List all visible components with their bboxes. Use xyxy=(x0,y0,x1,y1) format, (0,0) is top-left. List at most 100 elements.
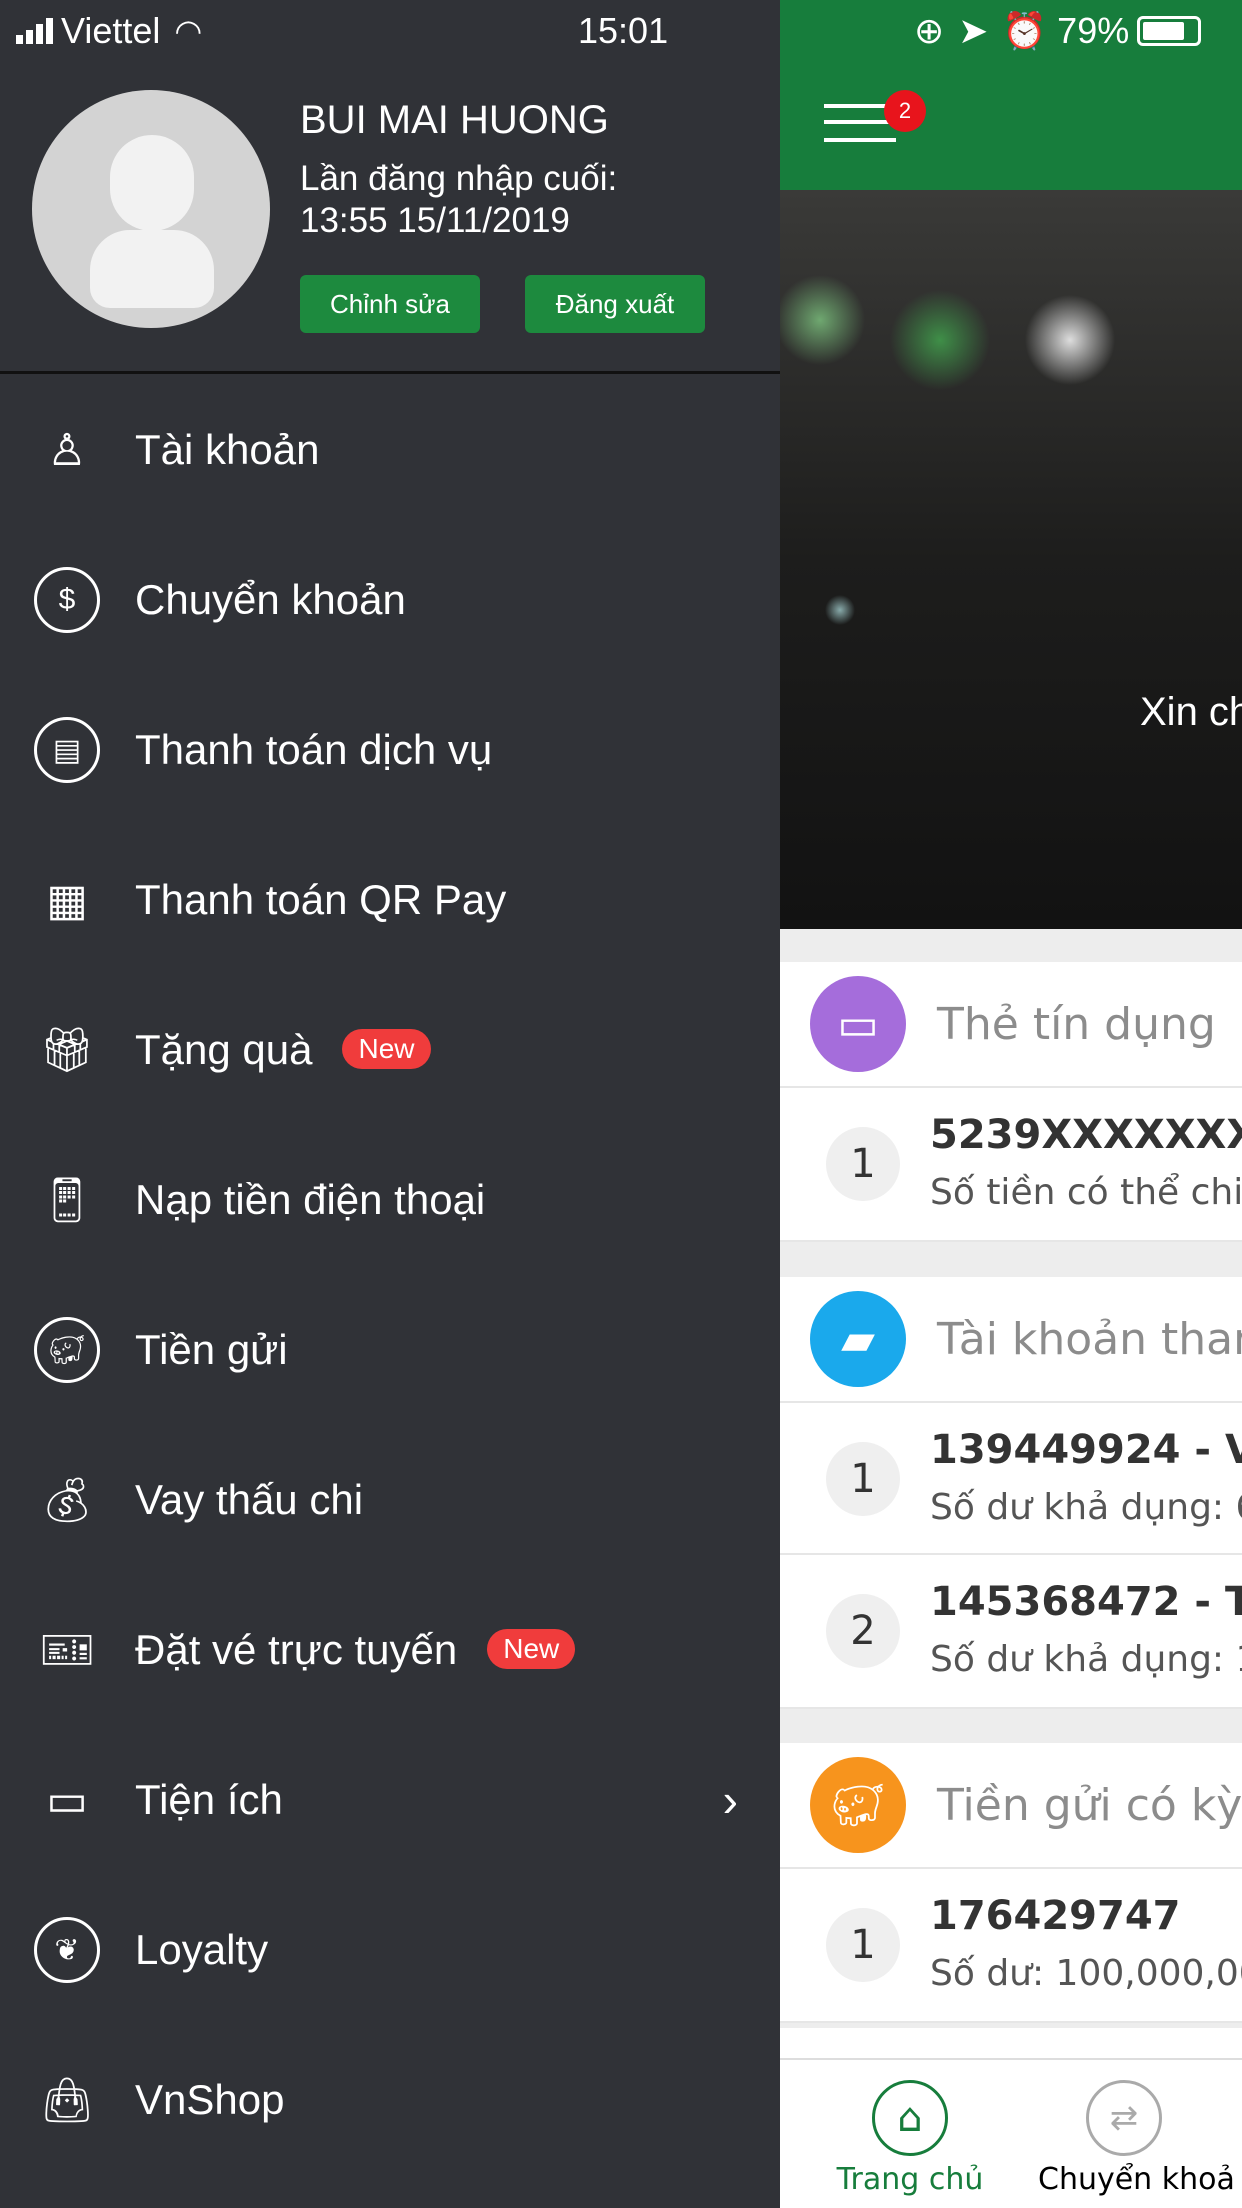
section-header[interactable]: ▰ Tài khoản than xyxy=(780,1277,1242,1403)
menu-label-text: Nạp tiền điện thoại xyxy=(135,1176,486,1223)
last-login-time: 13:55 15/11/2019 xyxy=(300,201,570,240)
carrier: Viettel xyxy=(61,10,161,51)
ticket-icon: 🎫︎ xyxy=(39,1626,95,1675)
signal-icon xyxy=(16,18,53,44)
transfer-icon: $ xyxy=(34,567,100,633)
account-row[interactable]: 1 139449924 - VP Số dư khả dụng: 6 xyxy=(780,1403,1242,1555)
tab-transfer[interactable]: ⇄ Chuyển khoả xyxy=(1038,2060,1242,2208)
credit-card-icon: ▭ xyxy=(810,976,906,1072)
account-balance: Số tiền có thể chi xyxy=(930,1172,1242,1213)
status-left: Viettel ◠ xyxy=(16,0,202,62)
menu-label-text: Tài khoản xyxy=(135,426,320,473)
account-number: 145368472 - Tà xyxy=(930,1579,1242,1625)
battery-icon xyxy=(1137,16,1202,46)
menu-label-text: Chuyển khoản xyxy=(135,576,406,623)
menu-item-label: Vay thấu chi xyxy=(135,1476,363,1524)
section-title: Thẻ tín dụng xyxy=(937,998,1216,1050)
account-number: 5239XXXXXXXXX xyxy=(930,1112,1242,1158)
menu-item[interactable]: ❦ Loyalty xyxy=(0,1875,780,2025)
piggy-icon: 🐖︎ xyxy=(34,1317,100,1383)
new-badge: New xyxy=(342,1029,431,1069)
menu-label-text: Tặng quà xyxy=(135,1026,313,1073)
account-row[interactable]: 1 176429747 Số dư: 100,000,00 xyxy=(780,1869,1242,2021)
menu-item[interactable]: ▦ Thanh toán QR Pay xyxy=(0,825,780,975)
banner-image: Xin ch xyxy=(780,190,1242,929)
row-index: 2 xyxy=(826,1594,900,1668)
menu-item[interactable]: 💰︎ Vay thấu chi xyxy=(0,1425,780,1575)
main-screen: 2 ⊕ ➤ ⏰ 79% Xin ch ▭ Thẻ tín dụng 1 5239XXX… xyxy=(780,0,1242,2208)
account-number: 139449924 - VP xyxy=(930,1427,1242,1473)
alarm-icon: ⏰ xyxy=(1002,10,1048,51)
rotation-lock-icon: ⊕ xyxy=(914,10,945,51)
menu-item[interactable]: $ Chuyển khoản xyxy=(0,525,780,675)
home-icon: ⌂ xyxy=(872,2080,948,2156)
profile-header: BUI MAI HUONG Lần đăng nhập cuối: 13:55 1… xyxy=(0,62,780,374)
row-index: 1 xyxy=(826,1908,900,1982)
menu-item[interactable]: 🐖︎ Tiền gửi xyxy=(0,1275,780,1425)
menu-label-text: Thanh toán dịch vụ xyxy=(135,726,493,773)
shop-icon: 👜︎ xyxy=(39,2076,95,2125)
phone-topup-icon: 📱︎ xyxy=(39,1176,95,1225)
section-title: Tài khoản than xyxy=(937,1313,1242,1365)
user-icon: ♙ xyxy=(47,425,87,475)
menu-item-label: Tặng quà New xyxy=(135,1026,431,1074)
user-name: BUI MAI HUONG xyxy=(300,98,609,142)
account-section: ▰ Tài khoản than 1 139449924 - VP Số dư khả … xyxy=(780,1277,1242,1709)
piggy-bank-icon: 🐖︎ xyxy=(810,1757,906,1853)
menu-item[interactable]: 🎁︎ Tặng quà New xyxy=(0,975,780,1125)
menu-item-label: Đặt vé trực tuyến New xyxy=(135,1626,576,1674)
section-title: Tiền gửi có kỳ xyxy=(937,1779,1242,1831)
tab-home-label: Trang chủ xyxy=(836,2162,984,2197)
greeting: Xin ch xyxy=(1140,690,1242,734)
account-section: ▭ Thẻ tín dụng 1 5239XXXXXXXXX Số tiền có th… xyxy=(780,962,1242,1242)
location-icon: ➤ xyxy=(958,10,989,51)
account-row[interactable]: 1 5239XXXXXXXXX Số tiền có thể chi xyxy=(780,1088,1242,1240)
bill-icon: ▤ xyxy=(34,717,100,783)
avatar[interactable] xyxy=(32,90,270,328)
qr-icon: ▦ xyxy=(46,875,88,925)
account-section: 🐖︎ Tiền gửi có kỳ 1 176429747 Số dư: 100,000… xyxy=(780,1743,1242,2023)
menu-item-label: Thanh toán dịch vụ xyxy=(135,726,492,774)
menu-item[interactable]: 📱︎ Nạp tiền điện thoại xyxy=(0,1125,780,1275)
menu-item[interactable]: 🎫︎ Đặt vé trực tuyến New xyxy=(0,1575,780,1725)
menu-item[interactable]: ▭ Tiện ích › xyxy=(0,1725,780,1875)
menu-item-label: VnShop xyxy=(135,2076,284,2124)
logout-button[interactable]: Đăng xuất xyxy=(525,275,705,333)
bottom-tab-bar: ⌂ Trang chủ ⇄ Chuyển khoả xyxy=(780,2058,1242,2208)
account-number: 176429747 xyxy=(930,1893,1181,1939)
account-row[interactable]: 2 145368472 - Tà Số dư khả dụng: 1 xyxy=(780,1555,1242,1707)
notification-badge: 2 xyxy=(884,90,926,132)
menu-item-label: Tài khoản xyxy=(135,426,319,474)
side-drawer: Viettel ◠ 15:01 BUI MAI HUONG Lần đăng n… xyxy=(0,0,780,2208)
menu-label-text: VnShop xyxy=(135,2076,285,2123)
menu-item-label: Tiền gửi xyxy=(135,1326,288,1374)
chevron-right-icon: › xyxy=(722,1774,738,1826)
wifi-icon: ◠ xyxy=(174,13,203,49)
menu-label-text: Vay thấu chi xyxy=(135,1476,364,1523)
menu-item-label: Chuyển khoản xyxy=(135,576,406,624)
gift-icon: 🎁︎ xyxy=(39,1026,95,1075)
status-right: ⊕ ➤ ⏰ 79% xyxy=(914,0,1202,62)
transfer-arrows-icon: ⇄ xyxy=(1086,2080,1162,2156)
menu-item-label: Nạp tiền điện thoại xyxy=(135,1176,485,1224)
wallet-icon: ▰ xyxy=(810,1291,906,1387)
menu-label-text: Đặt vé trực tuyến xyxy=(135,1626,458,1673)
section-header[interactable]: 🐖︎ Tiền gửi có kỳ xyxy=(780,1743,1242,1869)
menu-item-label: Tiện ích xyxy=(135,1776,283,1824)
status-time: 15:01 xyxy=(578,10,669,51)
new-badge: New xyxy=(487,1629,576,1669)
row-index: 1 xyxy=(826,1442,900,1516)
last-login: Lần đăng nhập cuối: 13:55 15/11/2019 xyxy=(300,158,617,242)
menu-item[interactable]: ♙ Tài khoản xyxy=(0,375,780,525)
row-index: 1 xyxy=(826,1127,900,1201)
tab-transfer-label: Chuyển khoả xyxy=(1038,2162,1235,2197)
menu-item[interactable]: ▤ Thanh toán dịch vụ xyxy=(0,675,780,825)
menu-item-label: Loyalty xyxy=(135,1926,268,1974)
menu-item[interactable]: 👜︎ VnShop xyxy=(0,2025,780,2175)
menu-label-text: Thanh toán QR Pay xyxy=(135,876,507,923)
edit-button[interactable]: Chỉnh sửa xyxy=(300,275,480,333)
loyalty-icon: ❦ xyxy=(34,1917,100,1983)
account-balance: Số dư khả dụng: 6 xyxy=(930,1487,1242,1528)
section-header[interactable]: ▭ Thẻ tín dụng xyxy=(780,962,1242,1088)
tab-home[interactable]: ⌂ Trang chủ xyxy=(820,2060,1000,2208)
